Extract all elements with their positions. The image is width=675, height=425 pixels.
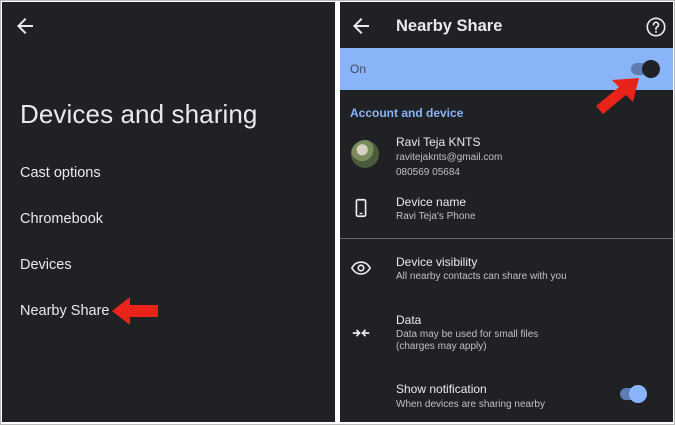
device-name-value: Ravi Teja's Phone [396, 211, 476, 222]
data-arrows-icon [352, 329, 370, 337]
account-name: Ravi Teja KNTS [396, 135, 481, 149]
help-icon[interactable] [645, 16, 667, 38]
data-subtitle-2: (charges may apply) [396, 341, 487, 352]
back-arrow-icon[interactable] [349, 14, 373, 38]
data-title[interactable]: Data [396, 313, 421, 327]
master-toggle-knob[interactable] [642, 60, 660, 78]
red-arrow-icon [596, 78, 639, 114]
devices-sharing-panel: Devices and sharing Cast options Chromeb… [2, 2, 335, 422]
on-label: On [350, 62, 367, 76]
show-notification-subtitle: When devices are sharing nearby [396, 399, 545, 410]
phone-icon [355, 198, 367, 218]
account-email: ravitejaknts@gmail.com [396, 152, 503, 163]
section-header-account-device: Account and device [350, 106, 464, 120]
menu-item-cast-options[interactable]: Cast options [20, 165, 101, 181]
eye-icon [350, 261, 372, 275]
page-title: Nearby Share [396, 17, 503, 35]
avatar [351, 140, 379, 168]
show-notification-title: Show notification [396, 382, 487, 396]
divider [340, 238, 673, 239]
menu-item-devices[interactable]: Devices [20, 257, 72, 273]
back-arrow-icon[interactable] [13, 14, 37, 38]
menu-item-nearby-share[interactable]: Nearby Share [20, 303, 109, 319]
nearby-share-panel: Nearby Share On Account and device Ravi … [340, 2, 673, 422]
red-arrow-icon [112, 297, 158, 325]
notification-toggle-knob[interactable] [629, 385, 647, 403]
menu-item-chromebook[interactable]: Chromebook [20, 211, 103, 227]
device-visibility-subtitle: All nearby contacts can share with you [396, 271, 567, 282]
device-visibility-title[interactable]: Device visibility [396, 255, 477, 269]
page-title: Devices and sharing [20, 99, 258, 129]
device-name-title[interactable]: Device name [396, 195, 466, 209]
account-phone: 080569 05684 [396, 167, 460, 178]
